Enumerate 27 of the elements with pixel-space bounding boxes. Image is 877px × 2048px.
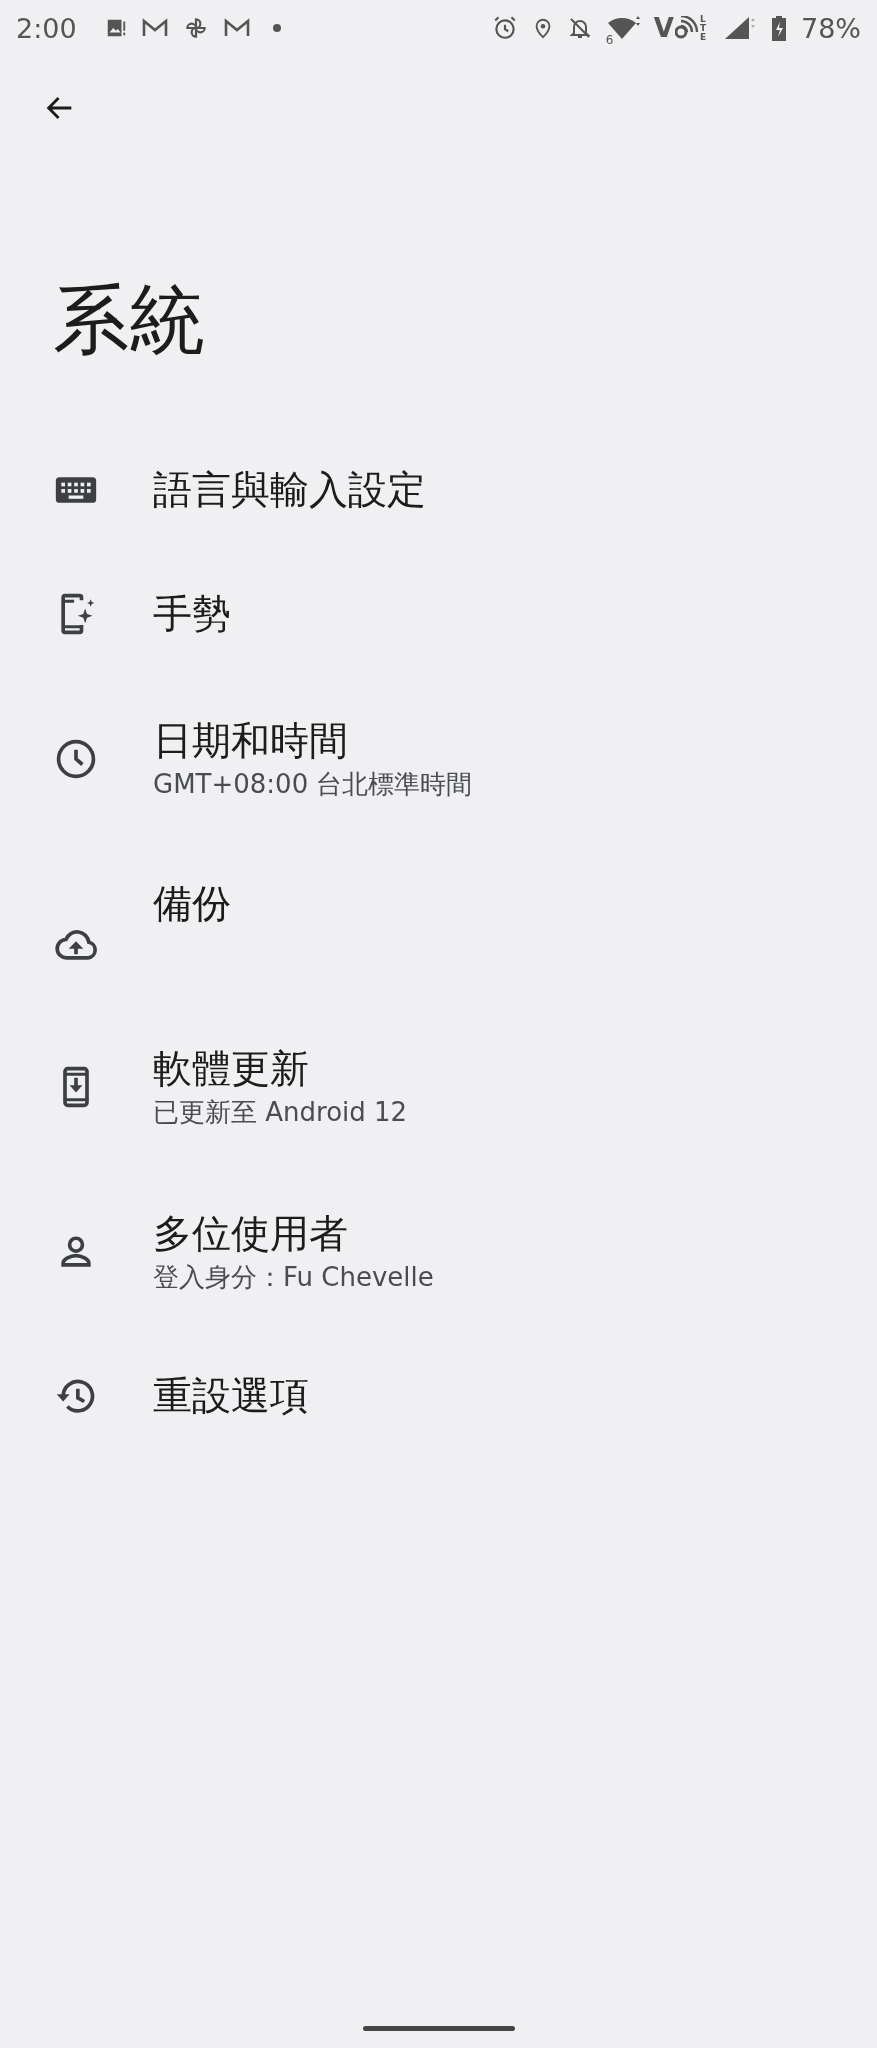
- item-title: 日期和時間: [153, 716, 349, 765]
- signal-icon: [723, 15, 757, 41]
- item-summary: 登入身分：Fu Chevelle: [153, 1260, 434, 1294]
- status-time: 2:00: [16, 12, 77, 44]
- settings-item[interactable]: 多位使用者 登入身分：Fu Chevelle: [0, 1169, 877, 1334]
- settings-item[interactable]: 重設選項: [0, 1334, 877, 1458]
- settings-item[interactable]: 軟體更新 已更新至 Android 12: [0, 1004, 877, 1169]
- dot-icon: [272, 24, 281, 32]
- gesture-handle[interactable]: [362, 2025, 515, 2031]
- item-title: 軟體更新: [153, 1044, 310, 1093]
- item-summary: 已更新至 Android 12: [153, 1095, 408, 1129]
- mail-icon: [140, 17, 169, 39]
- bell-off-icon: [567, 15, 592, 41]
- page-title: 系統: [53, 274, 206, 366]
- item-title: 語言與輸入設定: [153, 466, 426, 514]
- item-title: 手勢: [153, 590, 231, 638]
- battery-percent: 78%: [801, 12, 861, 44]
- battery-icon: [771, 15, 787, 41]
- item-title: 備份: [153, 880, 231, 928]
- settings-item[interactable]: 手勢: [0, 552, 877, 676]
- item-title: 重設選項: [153, 1372, 309, 1420]
- settings-item[interactable]: 語言與輸入設定: [0, 428, 877, 552]
- settings-item[interactable]: 日期和時間 GMT+08:00 台北標準時間: [0, 676, 877, 841]
- settings-item[interactable]: 備份: [0, 841, 877, 1004]
- mail-icon: [222, 17, 251, 39]
- item-summary: GMT+08:00 台北標準時間: [153, 767, 473, 801]
- item-title: 多位使用者: [153, 1209, 349, 1258]
